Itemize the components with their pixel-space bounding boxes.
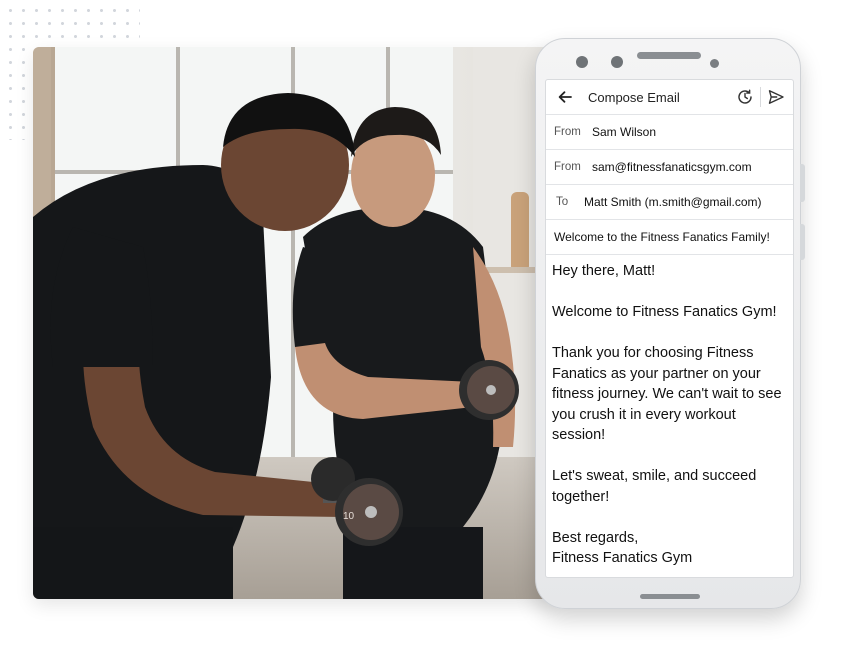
subject-field[interactable]: Welcome to the Fitness Fanatics Family! [546,220,793,255]
body-motto: Let's sweat, smile, and succeed together… [552,468,757,505]
front-sensor [611,56,623,68]
from-email-row[interactable]: From sam@fitnessfanaticsgym.com [546,150,793,185]
body-thanks: Thank you for choosing Fitness Fanatics … [552,345,782,443]
volume-button [800,164,805,202]
dumbbell-weight-label: 10 [343,511,355,522]
body-signature: Fitness Fanatics Gym [552,550,693,566]
earpiece-speaker [637,52,701,59]
body-signoff: Best regards, [552,529,639,546]
from-name-value: Sam Wilson [592,125,657,139]
send-icon[interactable] [765,86,787,108]
email-body[interactable]: Hey there, Matt! Welcome to Fitness Fana… [546,255,793,569]
front-camera [576,56,588,68]
body-greeting: Hey there, Matt! [552,263,656,279]
schedule-clock-icon[interactable] [734,86,756,108]
body-welcome: Welcome to Fitness Fanatics Gym! [552,304,777,320]
to-label: To [556,196,569,208]
back-arrow-icon[interactable] [554,86,576,108]
compose-title: Compose Email [588,89,680,105]
compose-email-screen: Compose Email From Sam Wilson From sam@f… [545,79,794,578]
from-label: From [554,126,581,138]
to-value: Matt Smith (m.smith@gmail.com) [584,195,762,209]
subject-value: Welcome to the Fitness Fanatics Family! [554,230,770,244]
phone-mockup: Compose Email From Sam Wilson From sam@f… [535,38,805,609]
from-email-value: sam@fitnessfanaticsgym.com [592,160,752,174]
from-name-row[interactable]: From Sam Wilson [546,115,793,150]
to-row[interactable]: To Matt Smith (m.smith@gmail.com) [546,185,793,220]
home-indicator [640,594,700,599]
compose-app-bar: Compose Email [546,80,793,115]
from-email-label: From [554,161,581,173]
gym-photo: 10 [33,47,553,599]
power-button [800,224,805,260]
proximity-sensor [710,59,719,68]
appbar-divider [760,87,761,107]
